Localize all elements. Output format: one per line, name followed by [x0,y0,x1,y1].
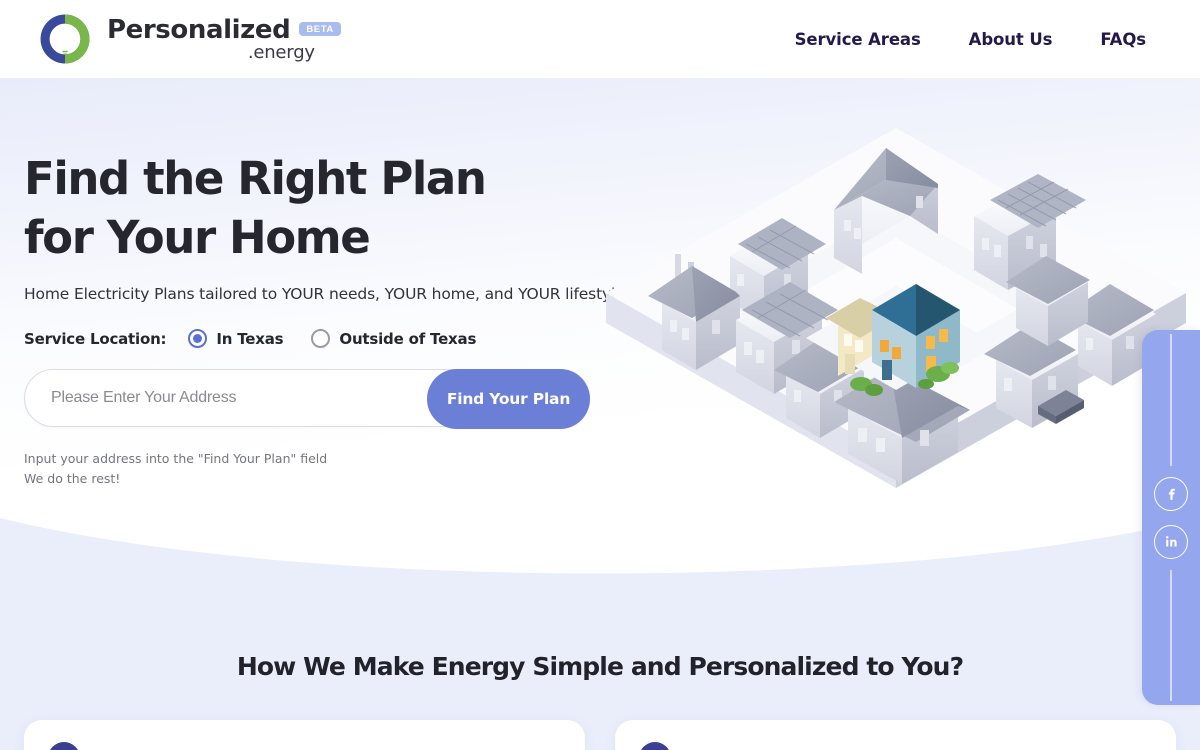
service-location-label: Service Location: [24,329,167,348]
how-it-works-section: How We Make Energy Simple and Personaliz… [0,500,1200,750]
address-hint-line-1: Input your address into the "Find Your P… [24,451,328,466]
main-navigation: Service Areas About Us FAQs [795,30,1147,49]
analytics-icon [639,742,671,750]
social-share-rail [1142,330,1200,705]
rail-divider-top [1170,334,1172,466]
hero-title-line-1: Find the Right Plan [24,152,487,205]
rail-divider-bottom [1170,569,1172,701]
page-title: Find the Right Plan for Your Home [24,150,644,267]
beta-badge: BETA [299,21,341,36]
feature-card-text: Our AI-Powered Search Engine compares ev… [96,742,561,750]
address-hint: Input your address into the "Find Your P… [24,449,644,490]
feature-card: By analyzing your home location and pers… [615,720,1176,750]
brand-wordmark: Personalized BETA .energy [107,17,341,62]
landing-page: Personalized BETA .energy Service Areas … [0,0,1200,750]
feature-card: Our AI-Powered Search Engine compares ev… [24,720,585,750]
hero-subtitle: Home Electricity Plans tailored to YOUR … [24,285,630,303]
personalized-energy-logo-icon [36,10,94,68]
section-title: How We Make Energy Simple and Personaliz… [236,652,964,681]
address-search-bar: Find Your Plan [24,369,590,429]
brand-subdomain: .energy [247,41,315,63]
radio-in-texas-icon[interactable] [188,329,208,348]
radio-option-in-texas[interactable]: In Texas [188,329,284,348]
linkedin-icon[interactable] [1154,524,1188,559]
brand-name: Personalized [107,14,291,45]
facebook-icon[interactable] [1154,476,1188,511]
site-header: Personalized BETA .energy Service Areas … [0,0,1200,78]
hero-copy: Find the Right Plan for Your Home Home E… [24,150,644,490]
feature-cards: Our AI-Powered Search Engine compares ev… [0,720,1200,750]
nav-item-faqs[interactable]: FAQs [1100,30,1146,49]
feature-card-text: By analyzing your home location and pers… [687,742,1152,750]
address-hint-line-2: We do the rest! [24,471,121,487]
search-engine-icon [48,742,80,750]
radio-option-outside-texas[interactable]: Outside of Texas [311,329,476,348]
isometric-neighborhood-illustration [586,88,1200,558]
wave-divider [0,500,1200,610]
hero-title-line-2: for Your Home [24,210,371,264]
radio-outside-texas-label: Outside of Texas [339,329,477,348]
nav-item-service-areas[interactable]: Service Areas [795,30,921,49]
hero-section: Find the Right Plan for Your Home Home E… [0,78,1200,570]
radio-outside-texas-icon[interactable] [311,329,331,348]
service-location-group: Service Location: In Texas Outside of Te… [24,329,644,348]
radio-in-texas-label: In Texas [216,329,284,348]
nav-item-about-us[interactable]: About Us [969,30,1053,49]
brand-logo[interactable]: Personalized BETA .energy [36,10,341,68]
find-your-plan-button[interactable]: Find Your Plan [427,369,590,429]
